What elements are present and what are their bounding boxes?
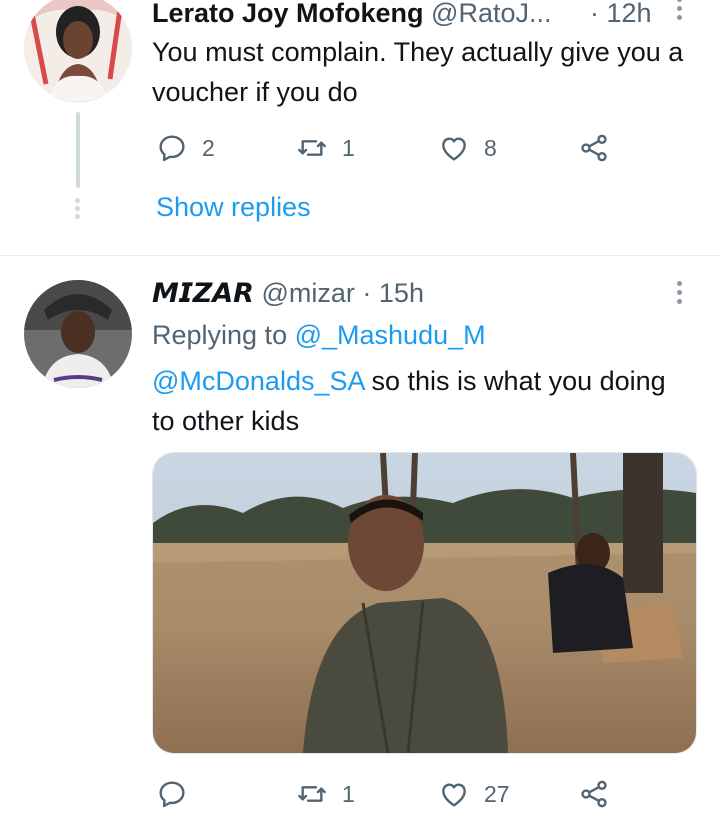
reply-icon: [159, 135, 185, 162]
retweet-count: 1: [342, 780, 355, 807]
reply-count: 2: [202, 134, 215, 161]
tweet-header: Lerato Joy Mofokeng @RatoJ...: [152, 0, 552, 30]
display-name[interactable]: 𝙈𝙄𝙕𝘼𝙍: [152, 278, 254, 308]
replying-to: Replying to @_Mashudu_M: [152, 318, 486, 352]
retweet-count: 1: [342, 134, 355, 161]
like-icon: [442, 137, 466, 161]
user-handle[interactable]: @mizar: [262, 278, 355, 308]
reply-button[interactable]: [156, 774, 202, 814]
reply-button[interactable]: 2: [156, 128, 215, 168]
tweet-mizar[interactable]: 𝙈𝙄𝙕𝘼𝙍 @mizar · 15h Replying to @_Mashudu…: [0, 256, 720, 827]
replying-to-handle[interactable]: @_Mashudu_M: [295, 320, 486, 350]
like-button[interactable]: 8: [438, 128, 497, 168]
tweet-actions: 2 1 8: [0, 128, 720, 168]
tweet-text: You must complain. They actually give yo…: [152, 37, 684, 107]
mention-link[interactable]: @McDonalds_SA: [152, 366, 364, 396]
like-count: 8: [484, 134, 497, 161]
share-button[interactable]: [578, 774, 610, 814]
tweet-timestamp[interactable]: · 12h: [590, 0, 652, 30]
like-icon: [442, 783, 466, 807]
share-button[interactable]: [578, 128, 610, 168]
like-button[interactable]: 27: [438, 774, 510, 814]
retweet-icon: [298, 786, 326, 802]
tweet-text: @McDonalds_SA so this is what you doing …: [152, 361, 692, 441]
like-count: 27: [484, 780, 510, 807]
share-icon: [581, 780, 607, 808]
display-name[interactable]: Lerato Joy Mofokeng: [152, 0, 424, 28]
avatar-mizar[interactable]: [24, 280, 132, 388]
tweet-media-image[interactable]: [152, 452, 697, 754]
show-replies-link[interactable]: Show replies: [156, 192, 311, 223]
share-icon: [581, 134, 607, 162]
user-handle[interactable]: @RatoJ...: [431, 0, 551, 28]
tweet-header: 𝙈𝙄𝙕𝘼𝙍 @mizar · 15h: [152, 276, 424, 310]
retweet-button[interactable]: 1: [296, 128, 355, 168]
thread-gap-dots[interactable]: [75, 198, 81, 222]
reply-icon: [159, 781, 185, 808]
tweet-actions: 1 27: [0, 774, 720, 814]
more-icon[interactable]: [672, 278, 686, 308]
replying-to-label: Replying to: [152, 320, 288, 350]
retweet-button[interactable]: 1: [296, 774, 355, 814]
more-icon[interactable]: [672, 0, 686, 24]
retweet-icon: [298, 140, 326, 156]
tweet-timestamp[interactable]: · 15h: [362, 278, 424, 308]
avatar-lerato[interactable]: [24, 0, 132, 102]
media-photo: [153, 453, 696, 753]
tweet-lerato[interactable]: Lerato Joy Mofokeng @RatoJ... · 12h You …: [0, 0, 720, 255]
